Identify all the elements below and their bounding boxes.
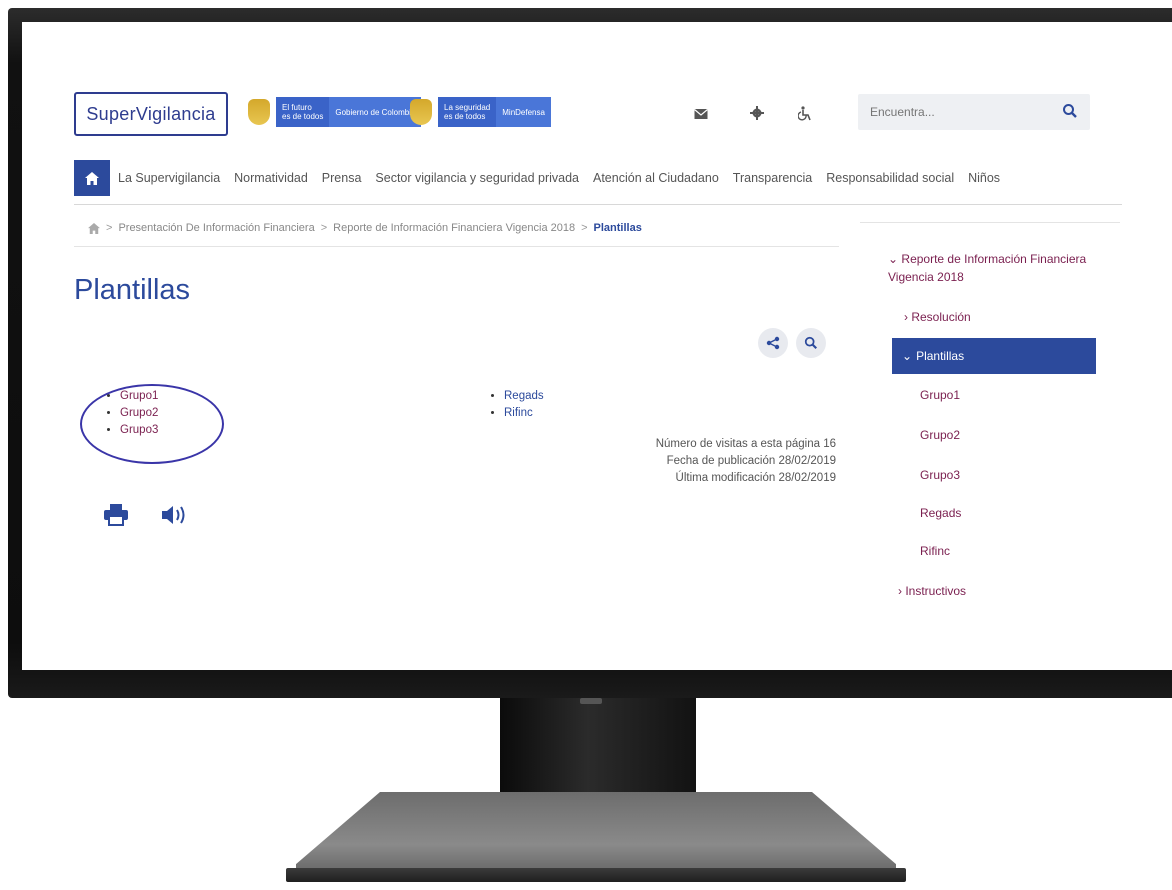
- report-links-list: Regads Rifinc: [486, 388, 544, 422]
- nav-item-ninos[interactable]: Niños: [968, 171, 1000, 185]
- sidebar-item-plantillas[interactable]: ⌄ Plantillas: [892, 338, 1096, 374]
- list-item: Rifinc: [504, 405, 544, 422]
- nav-item-supervigilancia[interactable]: La Supervigilancia: [118, 171, 220, 185]
- breadcrumb-separator: >: [581, 222, 588, 234]
- sidebar-item-resolucion[interactable]: › Resolución: [904, 310, 971, 324]
- page-metadata: Número de visitas a esta página 16 Fecha…: [656, 436, 836, 487]
- breadcrumb-item[interactable]: Presentación De Información Financiera: [118, 222, 314, 234]
- gov-badge-tag: MinDefensa: [496, 97, 551, 127]
- gov-badge-line2: es de todos: [282, 112, 324, 121]
- main-nav: La Supervigilancia Normatividad Prensa S…: [74, 160, 1014, 196]
- breadcrumb-separator: >: [106, 222, 113, 234]
- page-title: Plantillas: [74, 274, 191, 306]
- sidebar-subitem-grupo3[interactable]: Grupo3: [920, 468, 960, 482]
- home-button[interactable]: [74, 160, 110, 196]
- sidebar-item-label: Resolución: [911, 310, 971, 324]
- breadcrumb: > Presentación De Información Financiera…: [88, 222, 642, 234]
- page-search-button[interactable]: [796, 328, 826, 358]
- sidebar-item-label: Instructivos: [905, 584, 967, 598]
- search-input[interactable]: [858, 94, 1062, 130]
- nav-item-prensa[interactable]: Prensa: [322, 171, 362, 185]
- nav-divider: [74, 204, 1122, 205]
- gov-badge-line1: El futuro: [282, 103, 312, 112]
- gov-badge-line1: La seguridad: [444, 103, 491, 112]
- monitor-stand-neck: [500, 698, 696, 802]
- sidebar-item-label: Plantillas: [916, 349, 965, 363]
- breadcrumb-divider: [74, 246, 839, 247]
- monitor-brand-logo: [580, 698, 602, 704]
- nav-item-responsabilidad[interactable]: Responsabilidad social: [826, 171, 954, 185]
- monitor-stand-plate: [286, 868, 906, 882]
- nav-item-transparencia[interactable]: Transparencia: [733, 171, 812, 185]
- colombia-crest-icon: [248, 99, 270, 125]
- sidebar-divider: [860, 222, 1120, 223]
- monitor-stand-base: [296, 792, 896, 880]
- home-icon: [85, 171, 99, 185]
- nav-item-atencion[interactable]: Atención al Ciudadano: [593, 171, 719, 185]
- print-icon[interactable]: [104, 504, 130, 530]
- share-icon: [766, 336, 780, 350]
- colombia-crest-icon: [410, 99, 432, 125]
- monitor-screen: SuperVigilancia El futuro es de todos Go…: [22, 22, 1172, 670]
- search-icon: [804, 336, 817, 349]
- sidebar-subitem-grupo1[interactable]: Grupo1: [920, 388, 960, 402]
- sidebar-item-instructivos[interactable]: › Instructivos: [898, 584, 966, 598]
- envelope-icon[interactable]: [692, 106, 710, 124]
- supervigilancia-logo[interactable]: SuperVigilancia: [74, 92, 228, 136]
- share-button[interactable]: [758, 328, 788, 358]
- search-icon[interactable]: [1062, 103, 1080, 121]
- sidebar-subitem-grupo2[interactable]: Grupo2: [920, 428, 960, 442]
- annotation-ellipse: [80, 384, 224, 464]
- chevron-right-icon: ›: [904, 310, 908, 324]
- list-item: Regads: [504, 388, 544, 405]
- gear-icon[interactable]: [748, 106, 766, 124]
- breadcrumb-home-icon[interactable]: [88, 222, 100, 234]
- visit-count: Número de visitas a esta página 16: [655, 438, 836, 450]
- sidebar-subitem-regads[interactable]: Regads: [920, 506, 961, 520]
- gov-badge-1: El futuro es de todos Gobierno de Colomb…: [248, 96, 422, 128]
- breadcrumb-current: Plantillas: [593, 222, 642, 234]
- publish-date: Fecha de publicación 28/02/2019: [666, 455, 836, 467]
- gov-badge-line2: es de todos: [444, 112, 486, 121]
- link-regads[interactable]: Regads: [504, 390, 544, 402]
- breadcrumb-separator: >: [320, 222, 328, 234]
- modified-date: Última modificación 28/02/2019: [675, 472, 836, 484]
- gov-badge-2: La seguridad es de todos MinDefensa: [410, 96, 551, 128]
- link-rifinc[interactable]: Rifinc: [504, 407, 533, 419]
- chevron-down-icon: ⌄: [888, 252, 899, 266]
- gov-badge-tag: Gobierno de Colombia: [329, 97, 422, 127]
- chevron-right-icon: ›: [898, 584, 902, 598]
- sidebar-heading-label: Reporte de Información Financiera Vigenc…: [888, 252, 1087, 284]
- breadcrumb-item[interactable]: Reporte de Información Financiera Vigenc…: [333, 222, 575, 234]
- accessibility-icon[interactable]: [796, 106, 814, 124]
- nav-item-normatividad[interactable]: Normatividad: [234, 171, 308, 185]
- nav-item-sector[interactable]: Sector vigilancia y seguridad privada: [375, 171, 579, 185]
- sidebar-subitem-rifinc[interactable]: Rifinc: [920, 544, 950, 558]
- search-box: [858, 94, 1090, 130]
- sidebar-heading[interactable]: ⌄ Reporte de Información Financiera Vige…: [888, 250, 1098, 286]
- chevron-down-icon: ⌄: [902, 349, 913, 363]
- audio-icon[interactable]: [162, 504, 188, 530]
